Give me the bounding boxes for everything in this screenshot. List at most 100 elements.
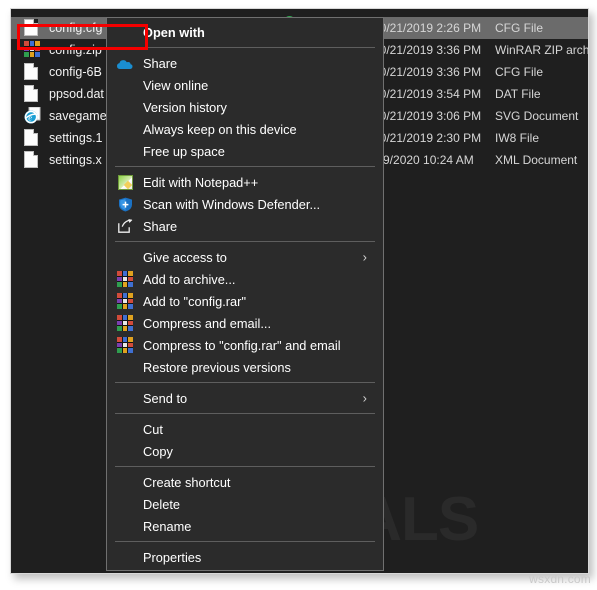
menu-item-label: View online [143,77,209,93]
menu-item-icon [117,293,133,309]
menu-item-icon [117,315,133,331]
document-icon [24,151,38,168]
file-icon [24,151,40,169]
menu-item[interactable]: Send to › [107,387,383,409]
winrar-icon [117,293,133,309]
menu-item[interactable]: Add to "config.rar" [107,290,383,312]
menu-item-label: Scan with Windows Defender... [143,196,321,212]
menu-item-label: Open with [143,24,205,40]
menu-item-label: Version history [143,99,227,115]
file-type: CFG File [495,21,543,35]
menu-separator [115,413,375,414]
file-date-modified: 1/9/2020 10:24 AM [373,153,474,167]
file-type: WinRAR ZIP archive [495,43,589,57]
menu-item-label: Properties [143,549,202,565]
menu-item[interactable]: Create shortcut [107,471,383,493]
chevron-right-icon: › [362,390,367,406]
menu-separator [115,466,375,467]
winrar-icon [117,315,133,331]
explorer-window: config.cfg 10/21/2019 2:26 PM CFG File conf… [10,8,589,574]
winrar-archive-icon [24,41,40,57]
menu-item-icon [117,337,133,353]
file-icon [24,129,40,147]
winrar-icon [117,337,133,353]
menu-separator [115,241,375,242]
menu-item[interactable]: Open with [107,21,383,43]
menu-item-label: Always keep on this device [143,121,297,137]
menu-separator [115,541,375,542]
menu-item[interactable]: Share [107,215,383,237]
file-date-modified: 10/21/2019 3:36 PM [373,43,482,57]
menu-item[interactable]: Compress and email... [107,312,383,334]
file-icon [24,41,40,59]
menu-item[interactable]: Rename [107,515,383,537]
menu-item[interactable]: Give access to › [107,246,383,268]
menu-item[interactable]: Share [107,52,383,74]
menu-item-label: Compress to "config.rar" and email [143,337,341,353]
menu-item-label: Free up space [143,143,225,159]
menu-item-icon [117,271,133,287]
file-date-modified: 10/21/2019 3:36 PM [373,65,482,79]
file-name: savegame [49,109,107,123]
menu-item-label: Give access to [143,249,227,265]
menu-item-icon [117,196,133,212]
file-type: DAT File [495,87,541,101]
document-icon [24,19,38,36]
menu-item[interactable]: Edit with Notepad++ [107,171,383,193]
screenshot-root: config.cfg 10/21/2019 2:26 PM CFG File conf… [0,0,597,590]
menu-item[interactable]: Restore previous versions [107,356,383,378]
file-icon [24,19,40,37]
windows-defender-shield-icon [118,197,133,212]
file-type: IW8 File [495,131,540,145]
menu-separator [115,47,375,48]
menu-item-label: Send to [143,390,188,406]
menu-item[interactable]: Always keep on this device [107,118,383,140]
menu-item[interactable]: Cut [107,418,383,440]
menu-item[interactable]: Compress to "config.rar" and email [107,334,383,356]
notepad-plus-plus-icon [117,174,133,190]
menu-item-icon [117,174,133,190]
file-type: XML Document [495,153,578,167]
file-name: config.zip [49,43,102,57]
menu-item[interactable]: Properties [107,546,383,568]
menu-item[interactable]: Delete [107,493,383,515]
menu-item-label: Restore previous versions [143,359,291,375]
menu-item[interactable]: Free up space [107,140,383,162]
menu-separator [115,382,375,383]
winrar-icon [117,271,133,287]
file-name: config.cfg [49,21,103,35]
file-date-modified: 10/21/2019 3:06 PM [373,109,482,123]
menu-item[interactable]: Version history [107,96,383,118]
menu-item-icon [117,55,133,71]
menu-item-icon [117,218,133,234]
file-icon [24,85,40,103]
menu-item-label: Delete [143,496,180,512]
file-name: config-6B [49,65,102,79]
context-menu[interactable]: Open with Share View online Version history… [106,17,384,571]
file-name: settings.x [49,153,102,167]
menu-item[interactable]: Scan with Windows Defender... [107,193,383,215]
menu-item-label: Cut [143,421,163,437]
file-date-modified: 10/21/2019 2:30 PM [373,131,482,145]
document-icon [24,129,38,146]
internet-explorer-icon: e [24,106,41,124]
menu-item[interactable]: Add to archive... [107,268,383,290]
menu-item[interactable]: View online [107,74,383,96]
menu-item-label: Copy [143,443,173,459]
file-date-modified: 10/21/2019 2:26 PM [373,21,482,35]
file-name: ppsod.dat [49,87,104,101]
file-type: CFG File [495,65,543,79]
document-icon [24,63,38,80]
menu-separator [115,166,375,167]
document-icon [24,85,38,102]
menu-item[interactable]: Copy [107,440,383,462]
menu-item-label: Rename [143,518,192,534]
file-name: settings.1 [49,131,103,145]
menu-item-label: Create shortcut [143,474,231,490]
file-date-modified: 10/21/2019 3:54 PM [373,87,482,101]
chevron-right-icon: › [362,249,367,265]
file-icon: e [24,106,41,125]
file-icon [24,63,40,81]
site-watermark: wsxdn.com [529,572,591,586]
share-arrow-icon [117,219,133,233]
